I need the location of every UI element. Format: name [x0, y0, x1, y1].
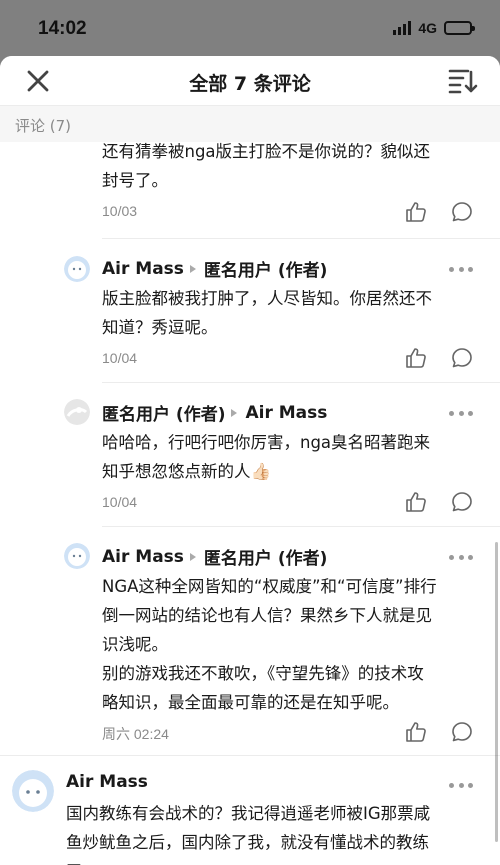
author-name[interactable]: Air Mass	[66, 772, 148, 792]
reply-header: Air Mass 匿名用户 (作者)	[102, 544, 327, 570]
reply-item: 还有猜拳被nga版主打脸不是你说的？貌似还 封号了。 10/03	[0, 142, 500, 239]
reply-time: 10/03	[102, 203, 138, 219]
more-icon[interactable]	[449, 409, 473, 417]
comment-text: 国内教练有会战术的？我记得逍遥老师被IG那票咸 鱼炒鱿鱼之后，国内除了我，就没有…	[66, 804, 431, 865]
reply-icon[interactable]	[450, 490, 474, 514]
comment-item: Air Mass 国内教练有会战术的？我记得逍遥老师被IG那票咸 鱼炒鱿鱼之后，…	[0, 756, 500, 865]
section-header: 评论 (7)	[0, 106, 500, 142]
reply-arrow-icon	[189, 552, 196, 561]
reply-item: Air Mass 匿名用户 (作者) 版主脸都被我打肿了，人尽皆知。你居然还不 …	[0, 239, 500, 383]
network-type: 4G	[418, 20, 437, 36]
reply-text: 版主脸都被我打肿了，人尽皆知。你居然还不 知道？秀逗呢。	[102, 289, 432, 337]
reply-text: 还有猜拳被nga版主打脸不是你说的？貌似还 封号了。	[102, 142, 431, 190]
reply-arrow-icon	[231, 408, 238, 417]
comments-sheet: 全部 7 条评论 评论 (7) 还有猜拳被nga版主打脸不是你说的？貌似还 封号…	[0, 56, 500, 865]
more-icon[interactable]	[449, 553, 473, 561]
avatar[interactable]	[64, 256, 90, 282]
status-indicators: 4G	[393, 20, 475, 36]
reply-text: NGA这种全网皆知的“权威度”和“可信度”排行 倒一网站的结论也有人信？果然乡下…	[102, 577, 437, 712]
reply-item: Air Mass 匿名用户 (作者) NGA这种全网皆知的“权威度”和“可信度”…	[0, 527, 500, 755]
author-name[interactable]: Air Mass	[102, 259, 184, 279]
reply-time: 10/04	[102, 494, 138, 510]
comment-header: Air Mass	[66, 772, 148, 792]
avatar[interactable]	[64, 399, 90, 425]
reply-header: 匿名用户 (作者) Air Mass	[102, 400, 327, 426]
status-bar: 14:02 4G	[0, 0, 500, 56]
like-icon[interactable]	[404, 490, 428, 514]
signal-icon	[393, 21, 412, 35]
battery-icon	[444, 21, 475, 35]
comment-list[interactable]: 还有猜拳被nga版主打脸不是你说的？貌似还 封号了。 10/03 Air Mas…	[0, 142, 500, 865]
reply-to-name[interactable]: 匿名用户 (作者)	[204, 256, 327, 281]
reply-time: 周六 02:24	[102, 726, 169, 742]
status-time: 14:02	[38, 18, 87, 39]
more-icon[interactable]	[449, 781, 473, 789]
like-icon[interactable]	[404, 720, 428, 744]
scrollbar[interactable]	[495, 542, 498, 842]
reply-item: 匿名用户 (作者) Air Mass 哈哈哈，行吧行吧你厉害，nga臭名昭著跑来…	[0, 383, 500, 527]
like-icon[interactable]	[404, 200, 428, 224]
reply-icon[interactable]	[450, 720, 474, 744]
reply-arrow-icon	[189, 264, 196, 273]
sort-icon[interactable]	[448, 68, 478, 94]
reply-header: Air Mass 匿名用户 (作者)	[102, 256, 327, 282]
reply-icon[interactable]	[450, 346, 474, 370]
more-icon[interactable]	[449, 265, 473, 273]
comment-count-label: 评论 (7)	[15, 117, 72, 135]
like-icon[interactable]	[404, 346, 428, 370]
author-name[interactable]: 匿名用户 (作者)	[102, 400, 225, 425]
avatar[interactable]	[64, 543, 90, 569]
author-name[interactable]: Air Mass	[102, 547, 184, 567]
avatar[interactable]	[12, 770, 54, 812]
reply-to-name[interactable]: 匿名用户 (作者)	[204, 544, 327, 569]
reply-text: 哈哈哈，行吧行吧你厉害，nga臭名昭著跑来 知乎想忽悠点新的人👍🏻	[102, 433, 431, 481]
reply-icon[interactable]	[450, 200, 474, 224]
page-title: 全部 7 条评论	[189, 73, 311, 95]
reply-to-name[interactable]: Air Mass	[245, 403, 327, 423]
reply-time: 10/04	[102, 350, 138, 366]
sheet-header: 全部 7 条评论	[0, 56, 500, 106]
